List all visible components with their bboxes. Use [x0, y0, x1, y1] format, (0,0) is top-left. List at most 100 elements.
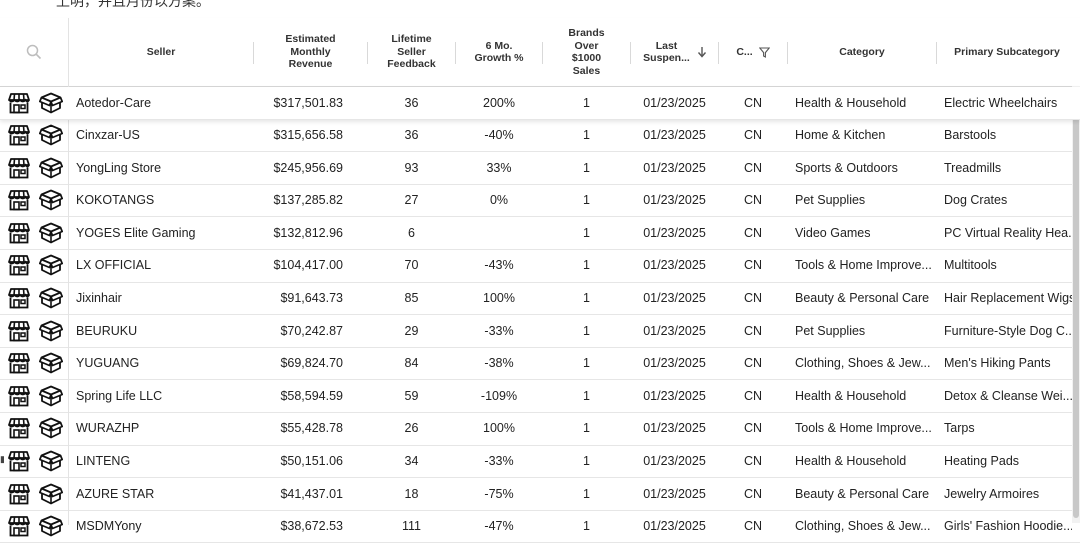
seller-name[interactable]: YOGES Elite Gaming — [76, 217, 252, 248]
storefront-icon[interactable] — [7, 385, 31, 407]
row-actions — [0, 217, 68, 248]
column-header-brands[interactable]: Brands Over $1000 Sales — [543, 18, 630, 86]
storefront-icon[interactable] — [7, 352, 31, 374]
category-text: Tools & Home Improve... — [795, 421, 932, 436]
table-row[interactable]: Spring Life LLC $58,594.59 59 -109% 1 01… — [0, 380, 1080, 413]
column-header-last-suspended[interactable]: Last Suspen... — [631, 18, 718, 86]
arrow-down-icon[interactable] — [697, 46, 707, 58]
seller-name[interactable]: WURAZHP — [76, 413, 252, 444]
package-icon[interactable] — [39, 385, 63, 407]
table-row[interactable]: Aotedor-Care $317,501.83 36 200% 1 01/23… — [0, 87, 1080, 120]
growth-text: -109% — [480, 388, 518, 403]
seller-name[interactable]: YUGUANG — [76, 348, 252, 379]
storefront-icon[interactable] — [7, 254, 31, 276]
brands-value: 1 — [543, 217, 630, 248]
storefront-icon[interactable] — [7, 483, 31, 505]
seller-name[interactable]: LX OFFICIAL — [76, 250, 252, 281]
package-icon[interactable] — [39, 450, 63, 472]
country-code: CN — [719, 511, 787, 542]
package-icon[interactable] — [39, 352, 63, 374]
table-row[interactable]: AZURE STAR $41,437.01 18 -75% 1 01/23/20… — [0, 478, 1080, 511]
seller-name[interactable]: Aotedor-Care — [76, 87, 252, 118]
package-icon[interactable] — [39, 320, 63, 342]
table-row[interactable]: Cinxzar-US $315,656.58 36 -40% 1 01/23/2… — [0, 120, 1080, 153]
seller-name[interactable]: LINTENG — [76, 446, 252, 477]
storefront-icon[interactable] — [7, 157, 31, 179]
feedback-value: 36 — [368, 120, 455, 151]
feedback-text: 26 — [404, 421, 419, 436]
storefront-icon[interactable] — [7, 92, 31, 114]
column-header-subcategory[interactable]: Primary Subcategory — [937, 18, 1077, 86]
feedback-text: 6 — [408, 225, 415, 240]
seller-name[interactable]: MSDMYony — [76, 511, 252, 542]
seller-name[interactable]: Jixinhair — [76, 283, 252, 314]
table-row[interactable]: MSDMYony $38,672.53 111 -47% 1 01/23/202… — [0, 511, 1080, 543]
table-row[interactable]: WURAZHP $55,428.78 26 100% 1 01/23/2025 … — [0, 413, 1080, 446]
seller-name[interactable]: YongLing Store — [76, 152, 252, 183]
filter-icon[interactable] — [758, 46, 770, 58]
growth-value: -109% — [456, 380, 542, 411]
suspended-date: 01/23/2025 — [631, 87, 718, 118]
storefront-icon[interactable] — [7, 320, 31, 342]
seller-text: BEURUKU — [76, 323, 138, 338]
seller-name[interactable]: Spring Life LLC — [76, 380, 252, 411]
suspended-date: 01/23/2025 — [631, 348, 718, 379]
package-icon[interactable] — [39, 417, 63, 439]
subcategory-value: Barstools — [944, 120, 1072, 151]
package-icon[interactable] — [39, 222, 63, 244]
storefront-icon[interactable] — [7, 287, 31, 309]
package-icon[interactable] — [39, 92, 63, 114]
growth-text: 200% — [483, 95, 515, 110]
column-header-feedback[interactable]: Lifetime Seller Feedback — [368, 18, 455, 86]
seller-text: WURAZHP — [76, 421, 140, 436]
table-row[interactable]: LX OFFICIAL $104,417.00 70 -43% 1 01/23/… — [0, 250, 1080, 283]
table-row[interactable]: LINTENG $50,151.06 34 -33% 1 01/23/2025 … — [0, 446, 1080, 479]
package-icon[interactable] — [39, 483, 63, 505]
storefront-icon[interactable] — [7, 124, 31, 146]
scrollbar-thumb[interactable] — [1073, 98, 1079, 518]
storefront-icon[interactable] — [7, 222, 31, 244]
vertical-scrollbar[interactable] — [1072, 86, 1080, 523]
package-icon[interactable] — [39, 189, 63, 211]
package-icon[interactable] — [39, 254, 63, 276]
feedback-text: 111 — [401, 519, 421, 534]
seller-name[interactable]: BEURUKU — [76, 315, 252, 346]
package-icon[interactable] — [39, 157, 63, 179]
storefront-icon[interactable] — [7, 450, 31, 472]
storefront-icon[interactable] — [7, 189, 31, 211]
category-text: Health & Household — [795, 454, 907, 469]
column-header-country[interactable]: C... — [719, 18, 787, 86]
feedback-value: 27 — [368, 185, 455, 216]
country-code: CN — [719, 315, 787, 346]
seller-name[interactable]: Cinxzar-US — [76, 120, 252, 151]
storefront-icon[interactable] — [7, 515, 31, 537]
seller-name[interactable]: AZURE STAR — [76, 478, 252, 509]
subcategory-value: Tarps — [944, 413, 1072, 444]
row-actions — [0, 152, 68, 183]
package-icon[interactable] — [39, 515, 63, 537]
seller-text: YongLing Store — [76, 160, 162, 175]
table-row[interactable]: BEURUKU $70,242.87 29 -33% 1 01/23/2025 … — [0, 315, 1080, 348]
row-actions — [0, 87, 68, 118]
column-header-seller[interactable]: Seller — [69, 18, 253, 86]
column-header-category[interactable]: Category — [788, 18, 936, 86]
seller-name[interactable]: KOKOTANGS — [76, 185, 252, 216]
column-header-revenue[interactable]: Estimated Monthly Revenue — [254, 18, 367, 86]
growth-value: -75% — [456, 478, 542, 509]
revenue-value: $41,437.01 — [254, 478, 343, 509]
table-row[interactable]: YUGUANG $69,824.70 84 -38% 1 01/23/2025 … — [0, 348, 1080, 381]
table-row[interactable]: KOKOTANGS $137,285.82 27 0% 1 01/23/2025… — [0, 185, 1080, 218]
country-code: CN — [719, 413, 787, 444]
category-text: Pet Supplies — [795, 323, 866, 338]
table-row[interactable]: YongLing Store $245,956.69 93 33% 1 01/2… — [0, 152, 1080, 185]
package-icon[interactable] — [39, 124, 63, 146]
column-header-growth[interactable]: 6 Mo. Growth % — [456, 18, 542, 86]
growth-text: -33% — [484, 323, 514, 338]
feedback-value: 85 — [368, 283, 455, 314]
brands-text: 1 — [583, 454, 590, 469]
storefront-icon[interactable] — [7, 417, 31, 439]
table-row[interactable]: Jixinhair $91,643.73 85 100% 1 01/23/202… — [0, 283, 1080, 316]
search-button[interactable] — [0, 18, 68, 86]
package-icon[interactable] — [39, 287, 63, 309]
table-row[interactable]: YOGES Elite Gaming $132,812.96 6 1 01/23… — [0, 217, 1080, 250]
